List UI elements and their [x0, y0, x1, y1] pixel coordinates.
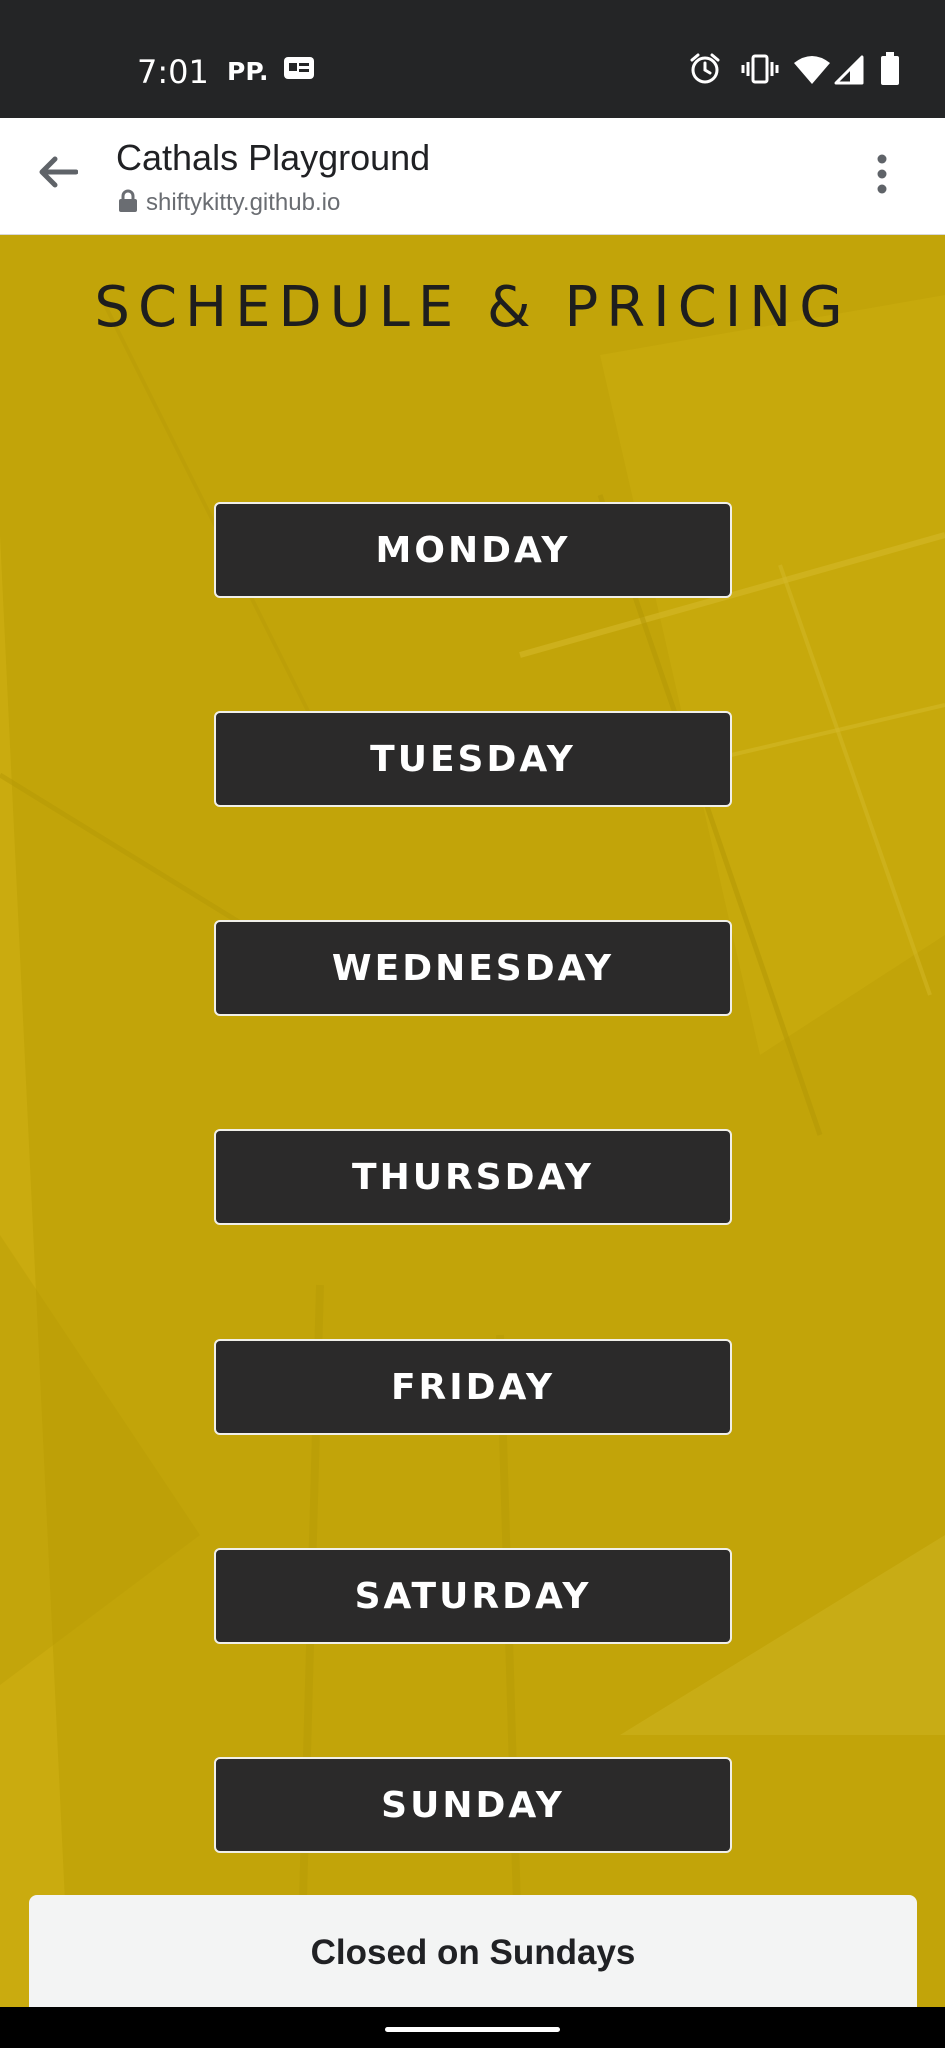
status-bar: 7:01 PP.	[0, 0, 945, 118]
sheet-message: Closed on Sundays	[310, 1933, 636, 1972]
more-vert-icon	[876, 153, 888, 199]
sim-card-icon	[283, 54, 315, 86]
sunday-info-sheet: Closed on Sundays	[29, 1895, 917, 2007]
battery-icon	[880, 52, 900, 90]
status-time: 7:01	[137, 53, 209, 91]
url-bar[interactable]: shiftykitty.github.io	[118, 188, 340, 218]
day-button-tuesday[interactable]: TUESDAY	[214, 711, 732, 807]
more-options-button[interactable]	[856, 144, 908, 208]
back-button[interactable]	[26, 142, 90, 206]
day-button-sunday[interactable]: SUNDAY	[214, 1757, 732, 1853]
page-title: Cathals Playground	[116, 137, 431, 178]
vibrate-icon	[741, 53, 779, 89]
url-text: shiftykitty.github.io	[146, 189, 341, 216]
wifi-icon	[793, 55, 831, 89]
day-button-monday[interactable]: MONDAY	[214, 502, 732, 598]
home-gesture-handle[interactable]	[385, 2027, 560, 2032]
signal-icon	[834, 55, 864, 89]
status-carrier: PP.	[227, 57, 269, 86]
page-content: SCHEDULE & PRICING MONDAY TUESDAY WEDNES…	[0, 235, 945, 2007]
page-heading: SCHEDULE & PRICING	[94, 275, 851, 340]
day-button-saturday[interactable]: SATURDAY	[214, 1548, 732, 1644]
lock-icon	[118, 189, 138, 217]
back-arrow-icon	[38, 155, 79, 193]
navigation-bar	[0, 2007, 945, 2048]
day-button-friday[interactable]: FRIDAY	[214, 1339, 732, 1435]
browser-toolbar: Cathals Playground shiftykitty.github.io	[0, 118, 945, 235]
background-image	[0, 235, 945, 2007]
alarm-icon	[688, 52, 722, 90]
day-button-wednesday[interactable]: WEDNESDAY	[214, 920, 732, 1016]
day-button-thursday[interactable]: THURSDAY	[214, 1129, 732, 1225]
